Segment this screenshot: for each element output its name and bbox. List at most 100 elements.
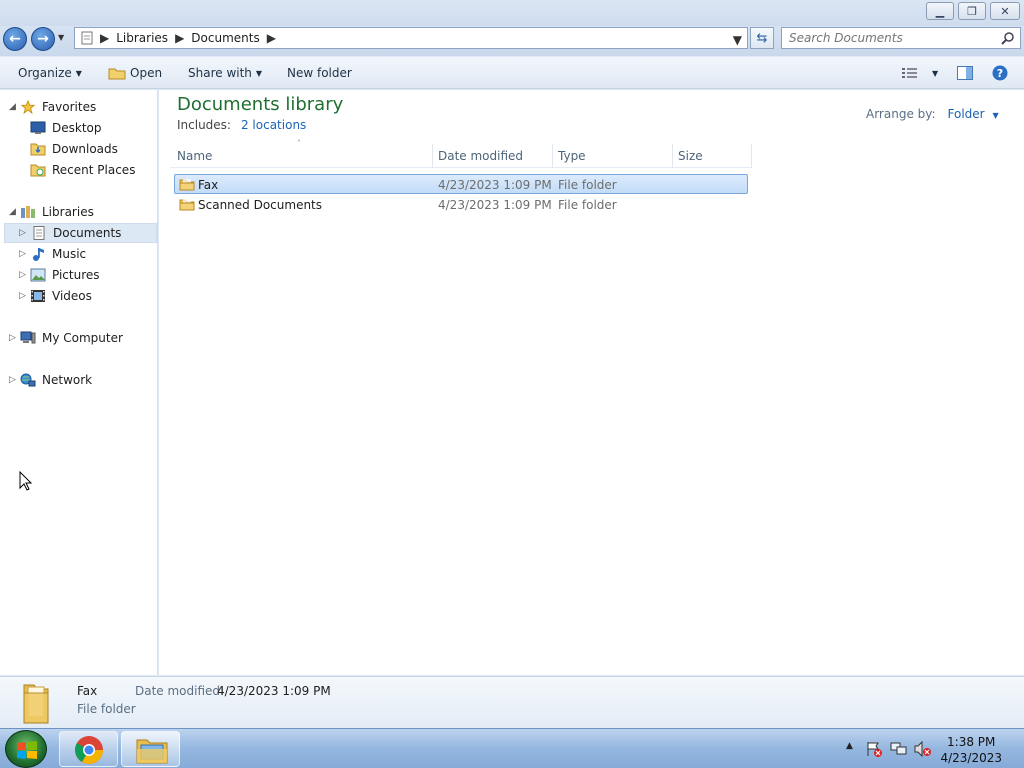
open-label: Open xyxy=(130,66,163,80)
sidebar-item-libraries[interactable]: Libraries xyxy=(20,202,94,222)
chevron-right-icon[interactable]: ▶ xyxy=(267,31,276,45)
column-header-date-modified[interactable]: Date modified xyxy=(438,149,523,163)
collapse-arrow-icon[interactable]: ◢ xyxy=(9,207,16,217)
column-divider[interactable] xyxy=(751,144,752,168)
column-headers: ˄ Name Date modified Type Size xyxy=(170,139,752,168)
sidebar-label: Favorites xyxy=(42,100,97,114)
collapse-arrow-icon[interactable]: ◢ xyxy=(9,102,16,112)
arrange-by: Arrange by: Folder ▼ xyxy=(866,107,999,121)
breadcrumb-libraries[interactable]: Libraries xyxy=(116,31,168,45)
file-date-modified: 4/23/2023 1:09 PM xyxy=(438,178,552,192)
sidebar-item-music[interactable]: Music xyxy=(30,244,86,264)
explorer-folder-icon xyxy=(136,739,168,764)
expand-arrow-icon[interactable]: ▷ xyxy=(19,270,26,280)
new-folder-button[interactable]: New folder xyxy=(287,64,352,82)
show-hidden-icons-button[interactable]: ▲ xyxy=(846,741,853,751)
expand-arrow-icon[interactable]: ▷ xyxy=(19,291,26,301)
file-type: File folder xyxy=(558,178,617,192)
forward-button[interactable]: → xyxy=(31,27,55,51)
expand-arrow-icon[interactable]: ▷ xyxy=(9,375,16,385)
sidebar-item-my-computer[interactable]: My Computer xyxy=(20,328,123,348)
volume-muted-icon[interactable] xyxy=(914,741,932,757)
breadcrumb-documents[interactable]: Documents xyxy=(191,31,259,45)
minimize-button[interactable]: ▁ xyxy=(926,2,954,20)
sidebar-item-recent-places[interactable]: Recent Places xyxy=(30,160,135,180)
system-clock[interactable]: 1:38 PM 4/23/2023 xyxy=(940,734,1002,766)
change-view-button[interactable]: ▼ xyxy=(902,64,938,82)
help-button[interactable]: ? xyxy=(992,64,1008,82)
action-center-alert-icon[interactable] xyxy=(866,741,882,757)
network-status-icon[interactable] xyxy=(890,741,908,757)
column-divider[interactable] xyxy=(672,144,673,168)
chevron-down-icon: ▼ xyxy=(75,68,82,78)
chevron-right-icon[interactable]: ▶ xyxy=(175,31,184,45)
desktop-icon xyxy=(30,121,46,134)
documents-icon xyxy=(33,226,45,240)
taskbar-explorer-button[interactable] xyxy=(121,731,180,767)
includes-label: Includes: xyxy=(177,118,231,132)
preview-pane-button[interactable] xyxy=(957,64,973,82)
refresh-button[interactable]: ⇆ xyxy=(750,27,774,49)
table-row[interactable]: Scanned Documents 4/23/2023 1:09 PM File… xyxy=(174,195,748,215)
search-input[interactable] xyxy=(789,31,999,45)
videos-icon xyxy=(31,290,45,302)
sidebar-item-network[interactable]: Network xyxy=(20,370,92,390)
start-button[interactable] xyxy=(5,730,47,768)
library-title: Documents library xyxy=(177,94,344,115)
open-folder-icon xyxy=(108,68,126,80)
organize-menu[interactable]: Organize ▼ xyxy=(18,64,82,82)
clock-time: 1:38 PM xyxy=(947,735,996,749)
sidebar-item-pictures[interactable]: Pictures xyxy=(30,265,100,285)
sidebar-label: Recent Places xyxy=(52,163,136,177)
folder-icon xyxy=(179,179,195,191)
recent-places-icon xyxy=(30,164,46,177)
document-library-icon xyxy=(81,31,93,45)
library-locations-link[interactable]: 2 locations xyxy=(241,118,306,132)
arrange-by-label: Arrange by: xyxy=(866,107,936,121)
libraries-icon xyxy=(21,206,35,218)
arrange-by-dropdown[interactable]: Folder ▼ xyxy=(948,107,999,121)
organize-label: Organize xyxy=(18,66,72,80)
file-name: Fax xyxy=(198,178,219,192)
column-header-type[interactable]: Type xyxy=(558,149,586,163)
open-button[interactable]: Open xyxy=(108,64,162,82)
address-bar[interactable]: ▶ Libraries ▶ Documents ▶ ▼ xyxy=(74,27,748,49)
column-divider[interactable] xyxy=(552,144,553,168)
sidebar-item-desktop[interactable]: Desktop xyxy=(30,118,102,138)
preview-pane-icon xyxy=(957,66,973,80)
share-with-menu[interactable]: Share with ▼ xyxy=(188,64,262,82)
recent-pages-dropdown[interactable]: ▼ xyxy=(58,33,64,42)
restore-button[interactable]: ❐ xyxy=(958,2,986,20)
refresh-icon: ⇆ xyxy=(756,30,768,46)
close-icon: ✕ xyxy=(1000,4,1010,18)
sidebar-item-videos[interactable]: Videos xyxy=(30,286,92,306)
pictures-icon xyxy=(30,268,46,282)
close-button[interactable]: ✕ xyxy=(990,2,1020,20)
back-button[interactable]: ← xyxy=(3,27,27,51)
column-header-name[interactable]: Name xyxy=(177,149,212,163)
search-icon[interactable] xyxy=(1001,31,1015,45)
sidebar-item-documents[interactable]: Documents xyxy=(4,223,157,243)
new-folder-label: New folder xyxy=(287,66,352,80)
back-arrow-icon: ← xyxy=(9,31,21,47)
sidebar-item-downloads[interactable]: Downloads xyxy=(30,139,118,159)
star-icon xyxy=(20,100,36,114)
sidebar-label: Network xyxy=(42,373,93,387)
sidebar-label: Libraries xyxy=(42,205,94,219)
address-history-dropdown[interactable]: ▼ xyxy=(733,33,742,47)
details-date-value: 4/23/2023 1:09 PM xyxy=(217,684,331,698)
search-box[interactable] xyxy=(781,27,1021,49)
expand-arrow-icon[interactable]: ▷ xyxy=(19,249,26,259)
column-header-size[interactable]: Size xyxy=(678,149,703,163)
sidebar-item-favorites[interactable]: Favorites xyxy=(20,97,96,117)
expand-arrow-icon[interactable]: ▷ xyxy=(9,333,16,343)
taskbar-chrome-button[interactable] xyxy=(59,731,118,767)
details-pane: Fax Date modified: 4/23/2023 1:09 PM Fil… xyxy=(0,676,1024,728)
chevron-right-icon[interactable]: ▶ xyxy=(100,31,109,45)
expand-arrow-icon[interactable]: ▷ xyxy=(19,228,26,238)
table-row[interactable]: Fax 4/23/2023 1:09 PM File folder xyxy=(174,174,748,194)
sidebar-label: Videos xyxy=(52,289,92,303)
chevron-down-icon: ▼ xyxy=(992,111,999,120)
column-divider[interactable] xyxy=(432,144,433,168)
forward-arrow-icon: → xyxy=(37,31,49,47)
